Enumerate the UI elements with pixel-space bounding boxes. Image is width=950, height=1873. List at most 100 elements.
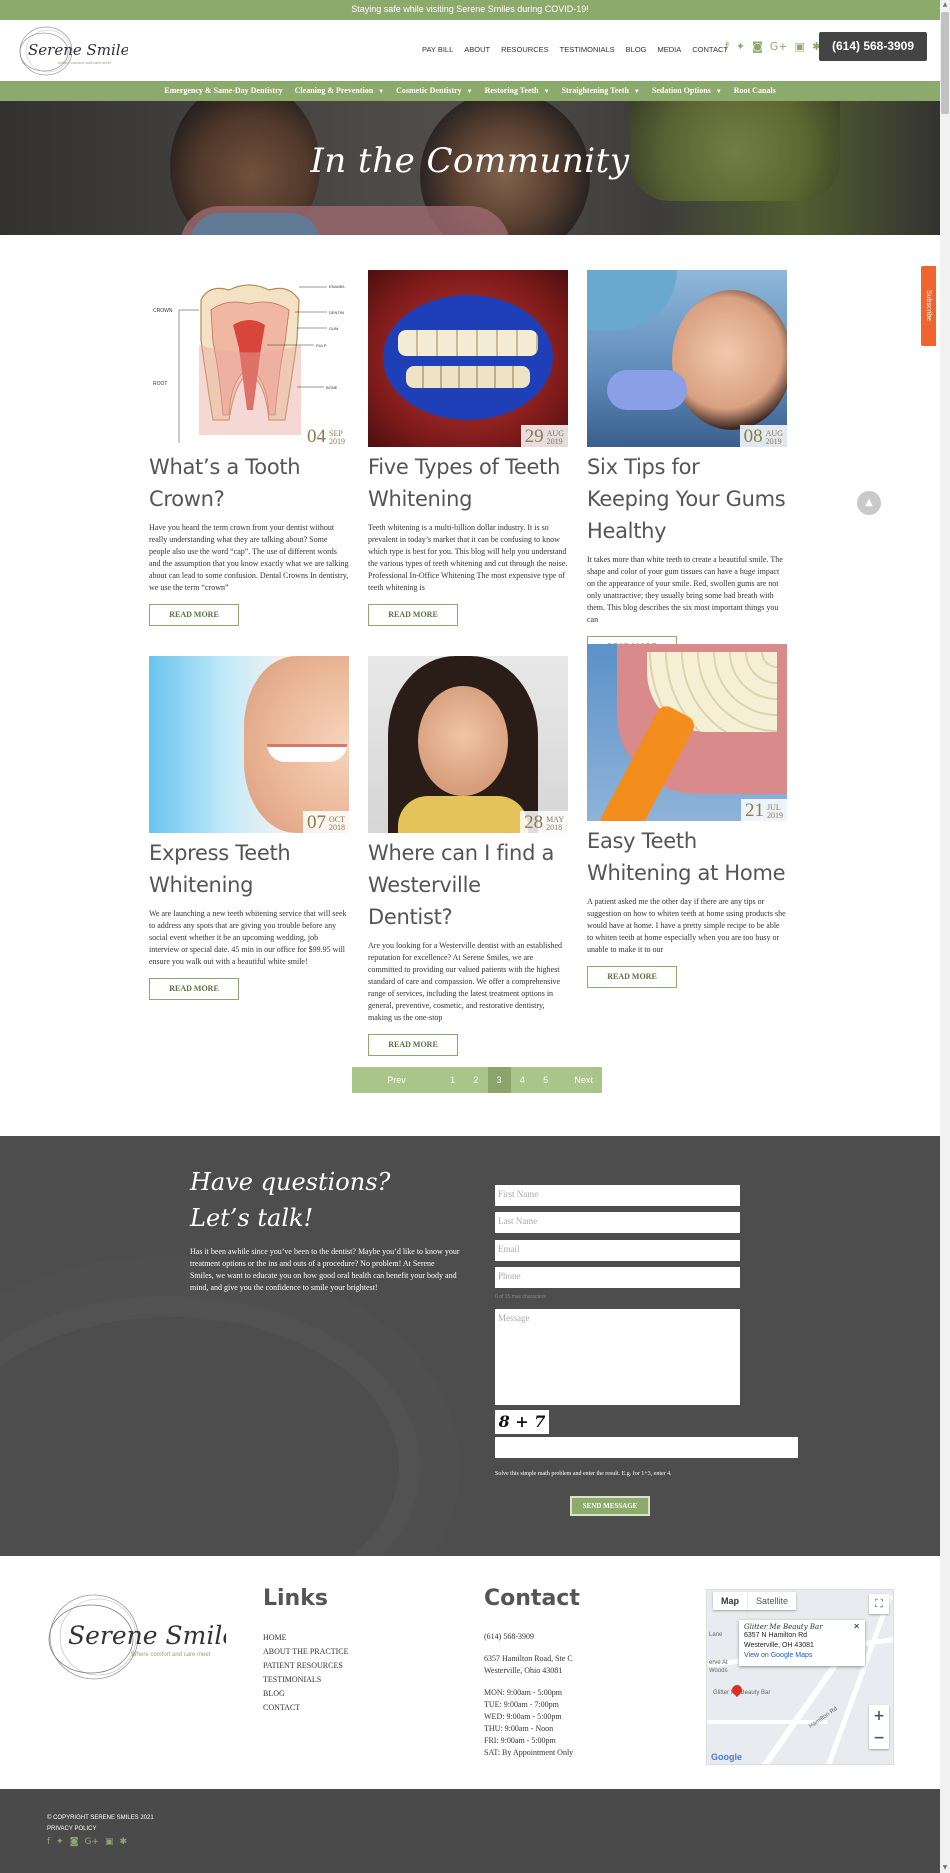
post-month-year: MAY 2018 [546, 816, 564, 832]
google-map[interactable]: Lane erve At Woods Glitter Me Beauty Bar… [706, 1589, 894, 1765]
phone-button[interactable]: (614) 568-3909 [819, 32, 927, 61]
diagram-label: PULP [316, 343, 327, 348]
footer-logo-graphic: Serene Smiles Where comfort and care mee… [48, 1594, 250, 1680]
yelp-icon[interactable]: ✱ [119, 1837, 127, 1847]
post-thumbnail[interactable]: 07 OCT 2018 [149, 656, 349, 833]
nav-straightening-teeth[interactable]: Straightening Teeth ▼ [562, 81, 640, 101]
footer-logo[interactable]: Serene Smiles Where comfort and care mee… [46, 1590, 250, 1685]
covid-announcement-bar[interactable]: Staying safe while visiting Serene Smile… [0, 0, 940, 20]
announcement-text[interactable]: Staying safe while visiting Serene Smile… [351, 4, 589, 14]
post-title[interactable]: Express Teeth Whitening [149, 837, 349, 901]
scrollbar-thumb[interactable] [941, 12, 949, 114]
scroll-down-icon[interactable]: ▼ [941, 1864, 949, 1871]
fullscreen-icon[interactable]: ⛶ [869, 1594, 889, 1614]
nav-cosmetic-dentistry[interactable]: Cosmetic Dentistry ▼ [396, 81, 473, 101]
contact-cta-section: Have questions? Let’s talk! Has it been … [0, 1136, 940, 1556]
nav-contact[interactable]: CONTACT [692, 45, 728, 54]
last-name-field[interactable]: Last Name [495, 1212, 740, 1233]
post-thumbnail[interactable]: 08 AUG 2019 [587, 270, 787, 447]
blog-post-card: 21 JUL 2019 Easy Teeth Whitening at Home … [587, 644, 787, 988]
blog-post-card: 29 AUG 2019 Five Types of Teeth Whitening… [368, 270, 568, 626]
post-title[interactable]: Five Types of Teeth Whitening [368, 451, 568, 515]
message-field[interactable]: Message [495, 1309, 740, 1405]
subscribe-tab[interactable]: Subscribe [921, 266, 936, 346]
post-excerpt: Teeth whitening is a multi-billion dolla… [368, 523, 568, 592]
post-title[interactable]: Easy Teeth Whitening at Home [587, 825, 787, 889]
post-thumbnail[interactable]: 21 JUL 2019 [587, 644, 787, 821]
nav-cleaning-prevention[interactable]: Cleaning & Prevention ▼ [295, 81, 384, 101]
pagination-prev[interactable]: Prev [352, 1067, 441, 1093]
google-plus-icon[interactable]: G+ [770, 40, 788, 53]
read-more-button[interactable]: READ MORE [149, 978, 239, 1000]
post-thumbnail[interactable]: 28 MAY 2018 [368, 656, 568, 833]
footer-link-contact[interactable]: CONTACT [263, 1701, 349, 1715]
footer-link-resources[interactable]: PATIENT RESOURCES [263, 1659, 349, 1673]
hours-wednesday: WED: 9:00am - 5:00pm [484, 1712, 562, 1721]
nav-blog[interactable]: BLOG [626, 45, 647, 54]
instagram-icon[interactable]: ◙ [70, 1837, 79, 1847]
post-title[interactable]: Where can I find a Westerville Dentist? [368, 837, 568, 933]
utility-nav: PAY BILL ABOUT RESOURCES TESTIMONIALS BL… [422, 45, 728, 54]
youtube-icon[interactable]: ▣ [795, 40, 805, 53]
map-label: Hamilton Rd [808, 1706, 839, 1730]
map-tab[interactable]: Map [713, 1592, 747, 1610]
send-message-button[interactable]: SEND MESSAGE [570, 1496, 650, 1516]
privacy-policy-link[interactable]: PRIVACY POLICY [47, 1824, 154, 1835]
nav-about[interactable]: ABOUT [464, 45, 490, 54]
footer-link-home[interactable]: HOME [263, 1631, 349, 1645]
email-field[interactable]: Email [495, 1240, 740, 1261]
post-year: 2018 [329, 823, 345, 832]
footer-phone[interactable]: (614) 568-3909 [484, 1631, 573, 1643]
post-excerpt: We are launching a new teeth whitening s… [149, 909, 347, 966]
post-title[interactable]: What’s a Tooth Crown? [149, 451, 349, 515]
facebook-icon[interactable]: f [725, 40, 729, 53]
nav-emergency-dentistry[interactable]: Emergency & Same-Day Dentistry [164, 81, 282, 101]
read-more-button[interactable]: READ MORE [368, 604, 458, 626]
read-more-button[interactable]: READ MORE [368, 1034, 458, 1056]
zoom-in-icon[interactable]: + [869, 1705, 889, 1727]
twitter-icon[interactable]: ✦ [736, 40, 745, 53]
pagination-page[interactable]: 5 [534, 1067, 557, 1093]
diagram-label: GUM [329, 326, 338, 331]
phone-field[interactable]: Phone [495, 1267, 740, 1288]
youtube-icon[interactable]: ▣ [105, 1837, 114, 1847]
google-plus-icon[interactable]: G+ [84, 1837, 99, 1847]
blog-post-card: 28 MAY 2018 Where can I find a Westervill… [368, 656, 568, 1056]
pagination-page[interactable]: 2 [464, 1067, 487, 1093]
site-logo[interactable]: Serene Smiles Where comfort and care mee… [16, 24, 137, 78]
footer-contact-info: (614) 568-3909 6357 Hamilton Road, Ste C… [484, 1631, 573, 1759]
twitter-icon[interactable]: ✦ [56, 1837, 64, 1847]
read-more-button[interactable]: READ MORE [149, 604, 239, 626]
pagination-next[interactable]: Next [565, 1067, 602, 1093]
nav-pay-bill[interactable]: PAY BILL [422, 45, 453, 54]
nav-media[interactable]: MEDIA [658, 45, 682, 54]
scroll-to-top-icon[interactable]: ▲ [857, 491, 881, 515]
map-label: erve At [709, 1660, 728, 1666]
close-icon[interactable]: ✕ [853, 1622, 860, 1632]
scroll-up-icon[interactable]: ▲ [941, 1, 949, 8]
pagination-current-page[interactable]: 3 [487, 1067, 511, 1093]
nav-root-canals[interactable]: Root Canals [734, 81, 776, 101]
view-on-google-maps-link[interactable]: View on Google Maps [744, 1651, 860, 1661]
pagination-page[interactable]: 4 [511, 1067, 534, 1093]
post-title[interactable]: Six Tips for Keeping Your Gums Healthy [587, 451, 787, 547]
post-thumbnail[interactable]: CROWN ROOT ENAMEL DENTIN GUM PULP BONE 0… [149, 270, 349, 447]
post-month-year: AUG 2019 [547, 430, 564, 446]
captcha-answer-field[interactable] [495, 1437, 798, 1458]
pagination-page[interactable]: 1 [441, 1067, 464, 1093]
instagram-icon[interactable]: ◙ [752, 40, 763, 53]
facebook-icon[interactable]: f [47, 1837, 50, 1847]
nav-testimonials[interactable]: TESTIMONIALS [560, 45, 615, 54]
nav-resources[interactable]: RESOURCES [501, 45, 549, 54]
scrollbar-track[interactable] [940, 0, 950, 1873]
nav-restoring-teeth[interactable]: Restoring Teeth ▼ [485, 81, 550, 101]
footer-link-about[interactable]: ABOUT THE PRACTICE [263, 1645, 349, 1659]
satellite-tab[interactable]: Satellite [747, 1592, 796, 1610]
nav-sedation-options[interactable]: Sedation Options ▼ [652, 81, 722, 101]
footer-link-blog[interactable]: BLOG [263, 1687, 349, 1701]
first-name-field[interactable]: First Name [495, 1185, 740, 1206]
zoom-out-icon[interactable]: − [869, 1727, 889, 1749]
footer-link-testimonials[interactable]: TESTIMONIALS [263, 1673, 349, 1687]
post-thumbnail[interactable]: 29 AUG 2019 [368, 270, 568, 447]
read-more-button[interactable]: READ MORE [587, 966, 677, 988]
